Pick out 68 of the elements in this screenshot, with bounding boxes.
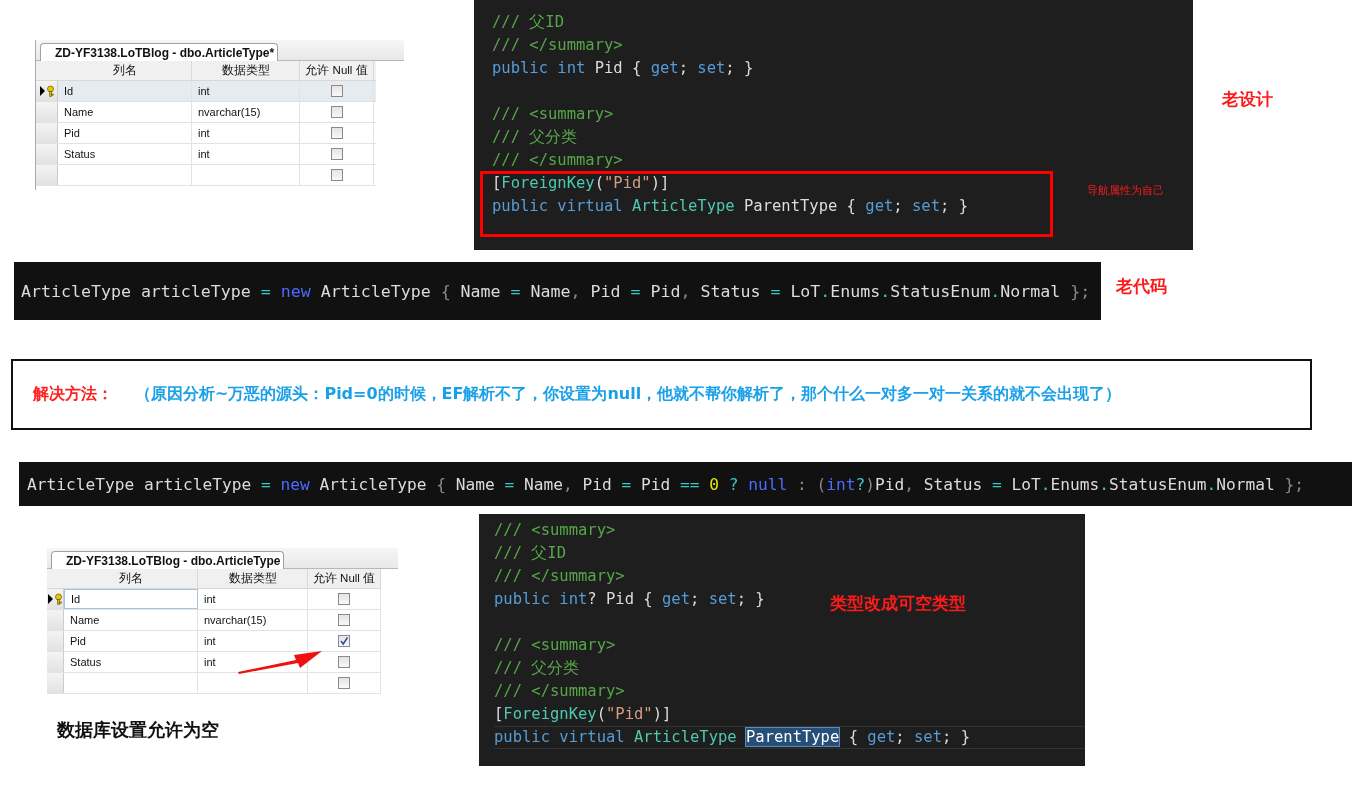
annotation-label: 老设计 — [1222, 88, 1273, 111]
table-cell: Name — [58, 102, 192, 122]
solution-label: 解决方法： — [33, 384, 113, 405]
document-tab[interactable]: ZD-YF3138.LoTBlog - dbo.ArticleType — [51, 551, 285, 569]
table-cell: Id — [64, 589, 198, 609]
table-cell: Pid — [58, 123, 192, 143]
checkbox[interactable] — [330, 169, 343, 181]
table-cell: int — [192, 144, 300, 164]
checkbox[interactable] — [330, 85, 343, 97]
column-header: 允许 Null 值 — [300, 61, 374, 80]
code-line: public virtual ArticleType ParentType { get; set; } — [494, 726, 1085, 749]
code-line: /// 父分类 — [492, 127, 578, 148]
code-line: /// <summary> — [494, 520, 616, 541]
code-line: /// </summary> — [494, 681, 625, 702]
table-row[interactable]: Pid int — [47, 631, 381, 652]
table-row[interactable]: Name nvarchar(15) — [47, 610, 381, 631]
code-line: [ForeignKey("Pid")] — [494, 704, 672, 725]
column-header: 数据类型 — [192, 61, 300, 80]
checkbox[interactable] — [330, 106, 343, 118]
code-line: /// 父ID — [492, 12, 564, 33]
code-line: [ForeignKey("Pid")] — [492, 173, 670, 194]
code-line: /// <summary> — [492, 104, 614, 125]
column-header: 列名 — [58, 61, 192, 80]
caption-text: 数据库设置允许为空 — [57, 718, 219, 742]
table-row[interactable]: Id int — [36, 81, 376, 102]
document-tab[interactable]: ZD-YF3138.LoTBlog - dbo.ArticleType* — [40, 43, 279, 61]
table-row[interactable]: Id int — [47, 589, 381, 610]
table-row[interactable]: Status int — [47, 652, 381, 673]
annotation-label: 老代码 — [1116, 275, 1167, 298]
table-cell: Status — [64, 652, 198, 672]
column-header: 允许 Null 值 — [308, 569, 381, 588]
annotation-label: 导航属性为自己 — [1087, 183, 1164, 198]
checkbox[interactable] — [338, 593, 350, 605]
table-cell: Name — [64, 610, 198, 630]
code-line: public int Pid { get; set; } — [492, 58, 754, 79]
table-cell: int — [198, 589, 308, 609]
code-line: /// </summary> — [492, 150, 623, 171]
table-cell: int — [192, 123, 300, 143]
checkbox[interactable] — [338, 656, 350, 668]
table-row[interactable]: Pid int — [36, 123, 376, 144]
table-row[interactable]: Name nvarchar(15) — [36, 102, 376, 123]
table-cell: int — [198, 631, 308, 651]
code-line: ArticleType articleType = new ArticleType { Name = Name, Pid = Pid == 0 ? null : (int?)Pid, Status = LoT.Enums.StatusEnum.Normal }; — [27, 474, 1304, 494]
checkbox[interactable] — [338, 677, 350, 689]
table-cell: nvarchar(15) — [192, 102, 300, 122]
code-line: public virtual ArticleType ParentType { get; set; } — [492, 196, 968, 217]
code-line: /// </summary> — [492, 35, 623, 56]
table-row[interactable]: Status int — [36, 144, 376, 165]
code-line: /// </summary> — [494, 566, 625, 587]
table-cell: Pid — [64, 631, 198, 651]
checkbox[interactable] — [338, 614, 350, 626]
column-header: 列名 — [64, 569, 198, 588]
row-selector[interactable] — [47, 589, 64, 609]
checkbox[interactable] — [330, 127, 343, 139]
code-line: /// 父分类 — [494, 658, 580, 679]
checkbox[interactable] — [330, 148, 343, 160]
code-line: /// <summary> — [494, 635, 616, 656]
code-line: /// 父ID — [494, 543, 566, 564]
annotation-label: 类型改成可空类型 — [830, 592, 966, 615]
column-header: 数据类型 — [198, 569, 308, 588]
table-cell: Status — [58, 144, 192, 164]
code-line: public int? Pid { get; set; } — [494, 589, 765, 610]
table-cell: int — [192, 81, 300, 101]
table-cell: Id — [58, 81, 192, 101]
code-line: ArticleType articleType = new ArticleType { Name = Name, Pid = Pid, Status = LoT.Enums.StatusEnum.Normal }; — [21, 281, 1091, 301]
table-cell: nvarchar(15) — [198, 610, 308, 630]
solution-text: （原因分析~万恶的源头：Pid=0的时候，EF解析不了，你设置为null，他就不帮你解析了，那个什么一对多一对一关系的就不会出现了） — [135, 384, 1122, 405]
checkbox[interactable] — [338, 635, 350, 647]
